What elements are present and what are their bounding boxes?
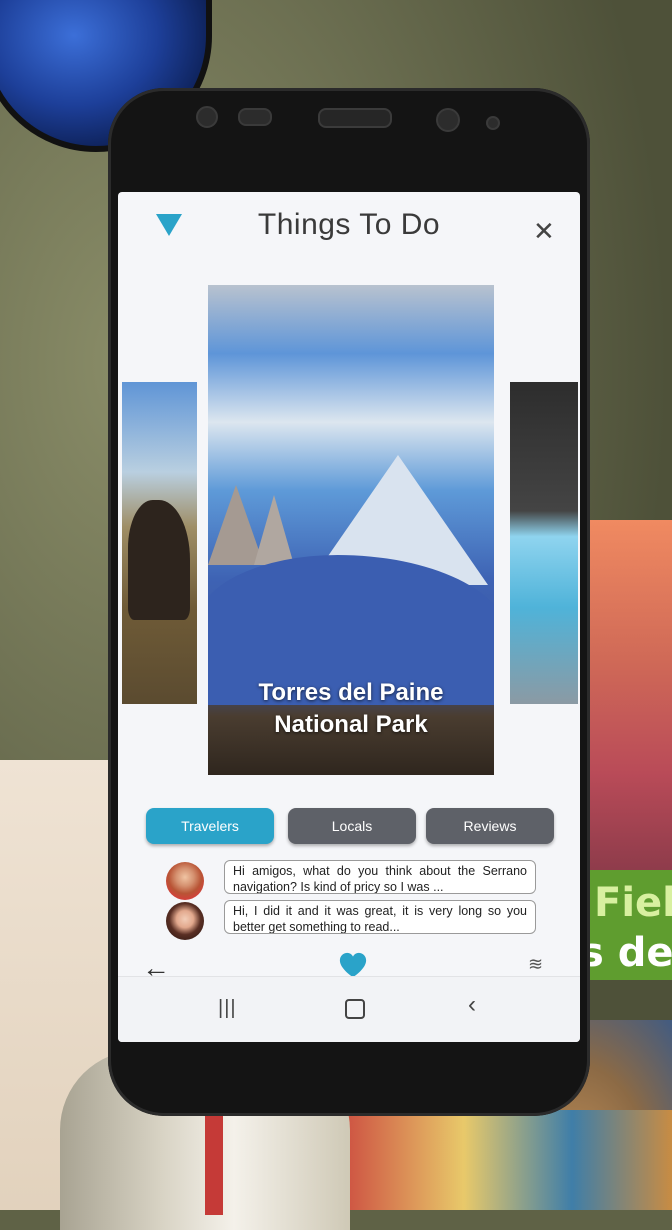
tab-bar: Travelers Locals Reviews bbox=[146, 808, 556, 846]
iris-sensor bbox=[238, 108, 272, 126]
tab-reviews[interactable]: Reviews bbox=[426, 808, 554, 844]
filter-icon[interactable]: ≋ bbox=[528, 954, 543, 975]
proximity-sensor bbox=[486, 116, 500, 130]
close-icon[interactable]: ✕ bbox=[533, 218, 555, 244]
postcard-label-line1: Field bbox=[594, 880, 672, 926]
home-icon[interactable] bbox=[345, 999, 365, 1019]
recent-apps-icon[interactable]: ||| bbox=[218, 997, 237, 1020]
mountain-peak bbox=[254, 495, 294, 565]
comment-text: Hi amigos, what do you think about the S… bbox=[224, 860, 536, 894]
avatar[interactable] bbox=[166, 902, 204, 940]
carousel-card-main[interactable]: Torres del Paine National Park bbox=[208, 285, 494, 775]
comment-item[interactable]: Hi amigos, what do you think about the S… bbox=[166, 860, 546, 900]
postcard-label: Field s del bbox=[580, 870, 672, 980]
page-title: Things To Do bbox=[257, 208, 441, 241]
colorful-postcards bbox=[320, 1110, 672, 1210]
horse-image bbox=[128, 500, 190, 620]
nav-back-icon[interactable]: ‹ bbox=[468, 991, 476, 1019]
earpiece-speaker bbox=[318, 108, 392, 128]
android-nav-bar: ||| ‹ bbox=[118, 976, 580, 1042]
avatar[interactable] bbox=[166, 862, 204, 900]
tab-travelers[interactable]: Travelers bbox=[146, 808, 274, 844]
front-sensor bbox=[196, 106, 218, 128]
comment-item[interactable]: Hi, I did it and it was great, it is ver… bbox=[166, 900, 546, 940]
carousel-card-left[interactable] bbox=[122, 382, 197, 704]
comment-text: Hi, I did it and it was great, it is ver… bbox=[224, 900, 536, 934]
tab-locals[interactable]: Locals bbox=[288, 808, 416, 844]
carousel-card-right[interactable] bbox=[510, 382, 578, 704]
front-camera bbox=[436, 108, 460, 132]
card-title: Torres del Paine National Park bbox=[258, 679, 444, 738]
phone-screen: Things To Do ✕ Torres del Paine National… bbox=[118, 192, 580, 1042]
postcard-label-line2: s del bbox=[580, 930, 672, 976]
